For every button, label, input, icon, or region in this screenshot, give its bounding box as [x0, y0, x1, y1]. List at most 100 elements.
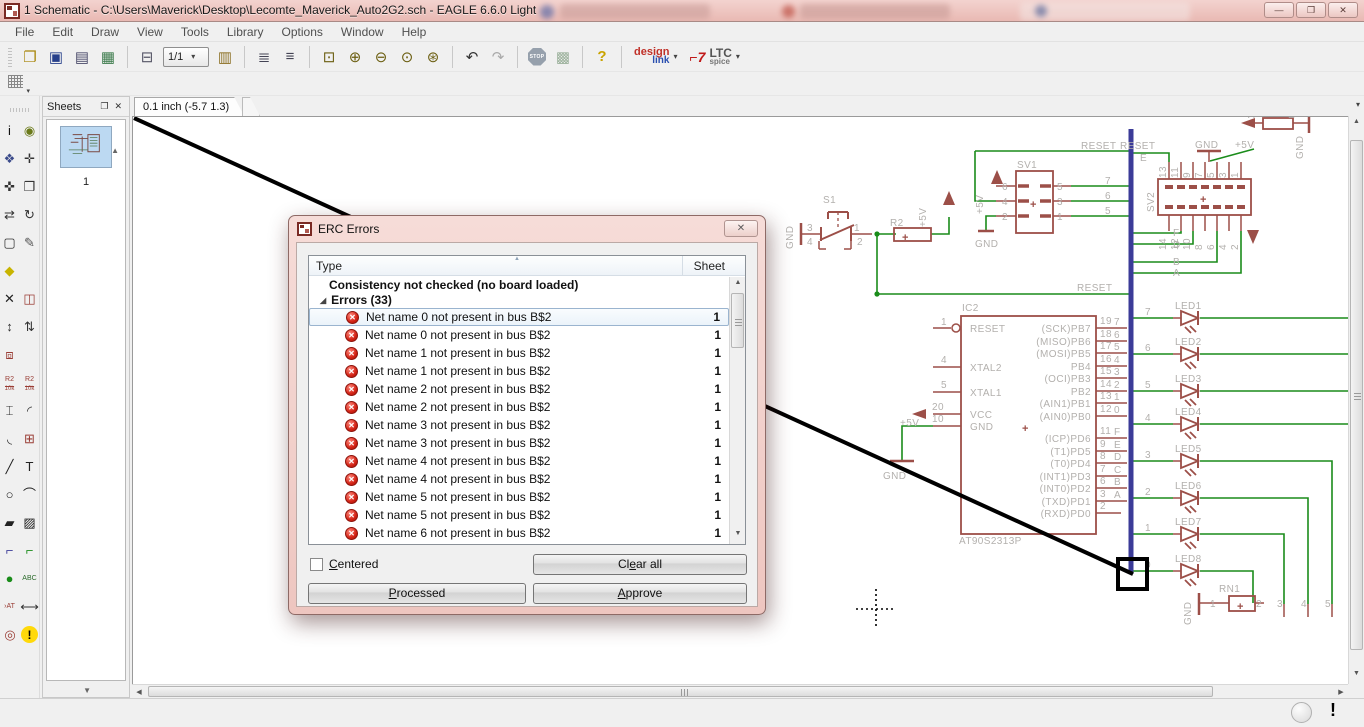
add-tool[interactable]: ◫: [21, 288, 39, 310]
mark-tool[interactable]: ✛: [21, 148, 39, 170]
menu-tools[interactable]: Tools: [172, 23, 218, 41]
status-indicator-icon[interactable]: [1291, 702, 1312, 723]
error-list-scrollbar[interactable]: ▲ ▼: [729, 277, 745, 544]
sheets-scroll-up-icon[interactable]: ▲: [111, 146, 119, 155]
circle-tool[interactable]: ○: [1, 484, 19, 506]
error-list-header[interactable]: Type ▲ Sheet: [309, 256, 745, 276]
attribute-tool[interactable]: ›AT: [1, 596, 19, 618]
menu-help[interactable]: Help: [393, 23, 436, 41]
menu-edit[interactable]: Edit: [43, 23, 82, 41]
print-icon[interactable]: ▤: [70, 45, 94, 69]
close-panel-icon[interactable]: ✕: [111, 101, 125, 112]
menu-file[interactable]: File: [6, 23, 43, 41]
export-image-icon[interactable]: ▦: [96, 45, 120, 69]
smash-tool[interactable]: ⌶: [1, 400, 19, 422]
junction-tool[interactable]: ●: [1, 568, 19, 590]
error-row[interactable]: ✕ Net name 3 not present in bus B$2 1: [309, 434, 729, 452]
split-tool[interactable]: ◟: [1, 428, 19, 450]
delete-tool[interactable]: ✕: [1, 288, 19, 310]
design-link-button[interactable]: design link ▾: [634, 47, 677, 66]
open-icon[interactable]: ❐: [18, 45, 42, 69]
checkbox-box[interactable]: [310, 557, 323, 571]
error-row[interactable]: ✕ Net name 0 not present in bus B$2 1: [309, 308, 729, 326]
zoom-redraw-icon[interactable]: ⊛: [421, 45, 445, 69]
name-tool[interactable]: R2 10k: [1, 372, 19, 394]
rotate-tool[interactable]: ↻: [21, 204, 39, 226]
errors-group-row[interactable]: ◢ Errors (33): [309, 292, 729, 308]
consistency-row[interactable]: Consistency not checked (no board loaded…: [309, 277, 729, 292]
close-button[interactable]: ✕: [1328, 2, 1358, 18]
canvas-vertical-scrollbar[interactable]: ▲ ▼: [1348, 116, 1364, 684]
errors-tool[interactable]: !: [21, 626, 38, 643]
restore-button[interactable]: ❐: [1296, 2, 1326, 18]
error-row[interactable]: ✕ Net name 5 not present in bus B$2 1: [309, 488, 729, 506]
processed-button[interactable]: Processed: [308, 583, 526, 604]
move-tool[interactable]: ✜: [1, 176, 19, 198]
help-icon[interactable]: ?: [590, 45, 614, 69]
scroll-up-icon[interactable]: ▲: [1350, 118, 1363, 130]
scroll-right-icon[interactable]: ▶: [1334, 685, 1348, 698]
dimension-tool[interactable]: ⟷: [20, 596, 39, 618]
run-ulp-icon[interactable]: ≡: [278, 45, 302, 69]
canvas-horizontal-scrollbar[interactable]: ◀ ▶: [132, 684, 1348, 698]
stop-icon[interactable]: STOP: [525, 45, 549, 69]
zoom-out-icon[interactable]: ⊖: [369, 45, 393, 69]
menu-options[interactable]: Options: [273, 23, 332, 41]
error-row[interactable]: ✕ Net name 0 not present in bus B$2 1: [309, 326, 729, 344]
menu-view[interactable]: View: [128, 23, 172, 41]
bus-tool[interactable]: ⌐: [1, 540, 19, 562]
dialog-close-button[interactable]: ✕: [724, 220, 758, 237]
float-panel-icon[interactable]: ❐: [97, 101, 111, 112]
toolbar-overflow-chevron-icon[interactable]: ▾: [1356, 100, 1360, 109]
change-tool[interactable]: ✎: [21, 232, 39, 254]
undo-icon[interactable]: ↶: [460, 45, 484, 69]
centered-checkbox[interactable]: Centered: [310, 557, 378, 571]
invoke-tool[interactable]: ⊞: [21, 428, 39, 450]
value-tool[interactable]: R2 10k: [21, 372, 39, 394]
replace-tool[interactable]: ⧈: [1, 344, 19, 366]
menu-library[interactable]: Library: [218, 23, 273, 41]
copy-tool[interactable]: ❒: [21, 176, 39, 198]
zoom-select-icon[interactable]: ⊙: [395, 45, 419, 69]
info-tool[interactable]: i: [1, 120, 19, 142]
minimize-button[interactable]: —: [1264, 2, 1294, 18]
error-row[interactable]: ✕ Net name 2 not present in bus B$2 1: [309, 398, 729, 416]
sheets-scroll-down-icon[interactable]: ▼: [83, 686, 91, 695]
scroll-down-icon[interactable]: ▼: [1350, 670, 1363, 682]
menu-window[interactable]: Window: [332, 23, 393, 41]
ltc-spice-button[interactable]: ⌐7 LTC spice ▾: [689, 47, 739, 66]
sheet-selector[interactable]: 1/1 ▾: [163, 46, 209, 67]
rect-tool[interactable]: ▰: [1, 512, 19, 534]
run-script-icon[interactable]: ≣: [252, 45, 276, 69]
list-scroll-up-icon[interactable]: ▲: [731, 279, 745, 291]
pinswap-tool[interactable]: ↕: [1, 316, 19, 338]
error-row[interactable]: ✕ Net name 6 not present in bus B$2 1: [309, 524, 729, 542]
collapse-triangle-icon[interactable]: ◢: [320, 296, 326, 305]
mirror-tool[interactable]: ⇄: [1, 204, 19, 226]
list-scroll-thumb[interactable]: [731, 293, 744, 348]
clear-all-button[interactable]: Clear all: [533, 554, 747, 575]
library-icon[interactable]: ▥: [213, 45, 237, 69]
paste-tool[interactable]: ◆: [1, 260, 19, 282]
error-row[interactable]: ✕ Net name 4 not present in bus B$2 1: [309, 470, 729, 488]
traffic-light-icon[interactable]: ▩: [551, 45, 575, 69]
text-tool[interactable]: T: [21, 456, 39, 478]
error-row[interactable]: ✕ Net name 4 not present in bus B$2 1: [309, 452, 729, 470]
arc-tool[interactable]: ⌒: [21, 484, 39, 506]
erc-tool[interactable]: ◎: [1, 624, 19, 646]
error-exclamation-icon[interactable]: !: [1330, 700, 1336, 721]
use-icon[interactable]: ⊟: [135, 45, 159, 69]
show-tool[interactable]: ◉: [21, 120, 39, 142]
dialog-title-bar[interactable]: ERC Errors: [289, 216, 765, 242]
error-row[interactable]: ✕ Net name 5 not present in bus B$2 1: [309, 506, 729, 524]
redo-icon[interactable]: ↷: [486, 45, 510, 69]
save-icon[interactable]: ▣: [44, 45, 68, 69]
error-row[interactable]: ✕ Net name 2 not present in bus B$2 1: [309, 380, 729, 398]
menu-draw[interactable]: Draw: [82, 23, 128, 41]
sheet-thumbnail[interactable]: 1: [55, 126, 117, 188]
net-tool[interactable]: ⌐: [21, 540, 39, 562]
error-row[interactable]: ✕ Net name 3 not present in bus B$2 1: [309, 416, 729, 434]
approve-button[interactable]: Approve: [533, 583, 747, 604]
horizontal-scroll-thumb[interactable]: [148, 686, 1213, 697]
error-row[interactable]: ✕ Net name 1 not present in bus B$2 1: [309, 344, 729, 362]
